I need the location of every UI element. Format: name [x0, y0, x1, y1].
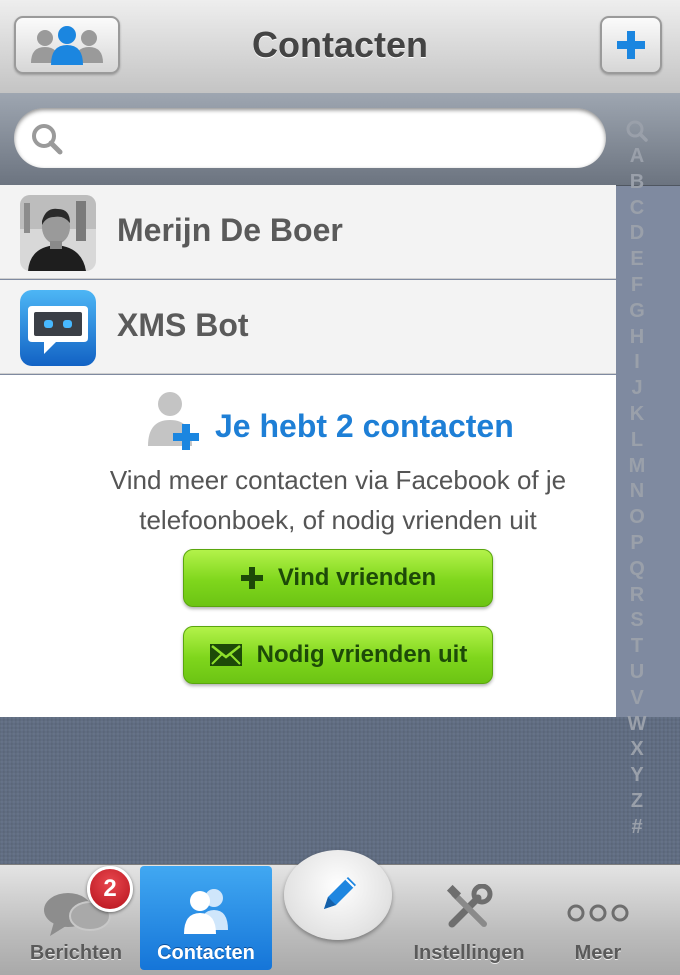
envelope-icon	[209, 644, 242, 666]
index-letter[interactable]: R	[620, 583, 654, 609]
index-letter[interactable]: B	[620, 170, 654, 196]
search-icon	[32, 124, 63, 155]
index-letter[interactable]: S	[620, 608, 654, 634]
index-letter[interactable]: E	[620, 247, 654, 273]
index-letter[interactable]: V	[620, 686, 654, 712]
tab-berichten-label: Berichten	[29, 942, 123, 964]
pencil-icon	[324, 877, 356, 909]
contact-count-heading: Je hebt 2 contacten	[215, 408, 514, 444]
find-friends-button[interactable]: Vind vrienden	[183, 549, 493, 607]
tab-contacten-label: Contacten	[157, 942, 255, 964]
unread-badge: 2	[87, 866, 133, 912]
index-letter[interactable]: P	[620, 531, 654, 557]
index-letter[interactable]: I	[620, 350, 654, 376]
add-person-icon	[148, 392, 199, 450]
linen-texture	[0, 717, 680, 870]
xms-bot-icon	[20, 290, 96, 366]
add-contact-button[interactable]	[600, 16, 662, 74]
index-letter[interactable]: #	[620, 815, 654, 841]
contact-row[interactable]: XMS Bot	[0, 280, 616, 374]
index-letter[interactable]: Q	[620, 557, 654, 583]
invite-friends-label: Nodig vrienden uit	[256, 641, 468, 668]
index-letter[interactable]: G	[620, 299, 654, 325]
index-letter[interactable]: O	[620, 505, 654, 531]
invite-friends-button[interactable]: Nodig vrienden uit	[183, 626, 493, 684]
search-field[interactable]	[14, 108, 606, 168]
index-letter[interactable]: Z	[620, 789, 654, 815]
index-letter[interactable]: A	[620, 144, 654, 170]
invite-description: Vind meer contacten via Facebook of je t…	[109, 465, 567, 535]
section-index[interactable]: A B C D E F G H I J K L M N O P Q R S T …	[620, 118, 654, 840]
index-letter[interactable]: U	[620, 660, 654, 686]
tab-instellingen[interactable]: Instellingen	[406, 866, 532, 970]
plus-icon	[240, 567, 263, 589]
index-letter[interactable]: H	[620, 325, 654, 351]
index-letter[interactable]: Y	[620, 763, 654, 789]
contacts-icon	[184, 889, 228, 934]
compose-button[interactable]	[284, 850, 392, 940]
index-letter[interactable]: N	[620, 479, 654, 505]
more-dots-icon	[567, 904, 629, 922]
tab-meer-label: Meer	[574, 942, 622, 964]
tools-icon	[446, 884, 493, 928]
index-letter[interactable]: C	[620, 196, 654, 222]
contact-avatar	[20, 195, 96, 271]
tab-meer[interactable]: Meer	[540, 866, 656, 970]
index-letter[interactable]: T	[620, 634, 654, 660]
index-letter[interactable]: F	[620, 273, 654, 299]
tab-contacten[interactable]: Contacten	[140, 866, 272, 970]
index-search-icon	[626, 120, 648, 142]
index-letter[interactable]: X	[620, 737, 654, 763]
contact-row[interactable]: Merijn De Boer	[0, 185, 616, 279]
index-letter[interactable]: K	[620, 402, 654, 428]
plus-icon	[617, 31, 645, 59]
index-letter[interactable]: D	[620, 221, 654, 247]
index-letter[interactable]: J	[620, 376, 654, 402]
index-letter[interactable]: L	[620, 428, 654, 454]
contact-name: Merijn De Boer	[117, 212, 343, 248]
page-title: Contacten	[251, 24, 428, 65]
contact-name: XMS Bot	[117, 307, 249, 343]
find-friends-label: Vind vrienden	[277, 564, 437, 591]
tab-instellingen-label: Instellingen	[413, 942, 525, 964]
index-letter[interactable]: M	[620, 454, 654, 480]
search-input[interactable]	[80, 118, 584, 160]
index-letter[interactable]: W	[620, 712, 654, 738]
